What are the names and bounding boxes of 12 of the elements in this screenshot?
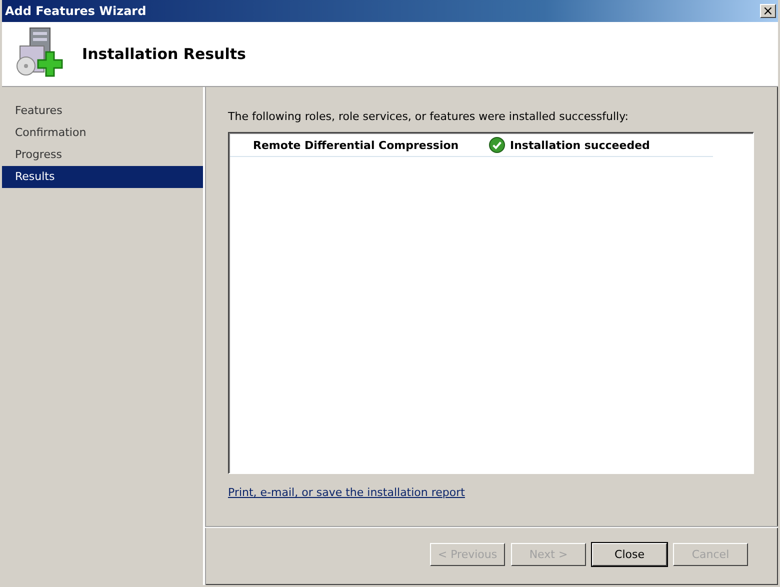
step-item[interactable]: Results — [2, 166, 203, 188]
wizard-button[interactable]: Close — [592, 543, 667, 566]
intro-text: The following roles, role services, or features were installed successfully: — [228, 110, 630, 123]
step-item[interactable]: Confirmation — [2, 122, 203, 144]
step-item[interactable]: Features — [2, 100, 203, 122]
window-title: Add Features Wizard — [5, 4, 146, 18]
report-link[interactable]: Print, e-mail, or save the installation report — [228, 486, 465, 499]
page-heading: Installation Results — [82, 45, 246, 63]
step-item[interactable]: Progress — [2, 144, 203, 166]
close-button[interactable]: × — [760, 4, 776, 18]
status-text: Installation succeeded — [510, 138, 650, 152]
feature-name: Remote Differential Compression — [252, 138, 460, 152]
